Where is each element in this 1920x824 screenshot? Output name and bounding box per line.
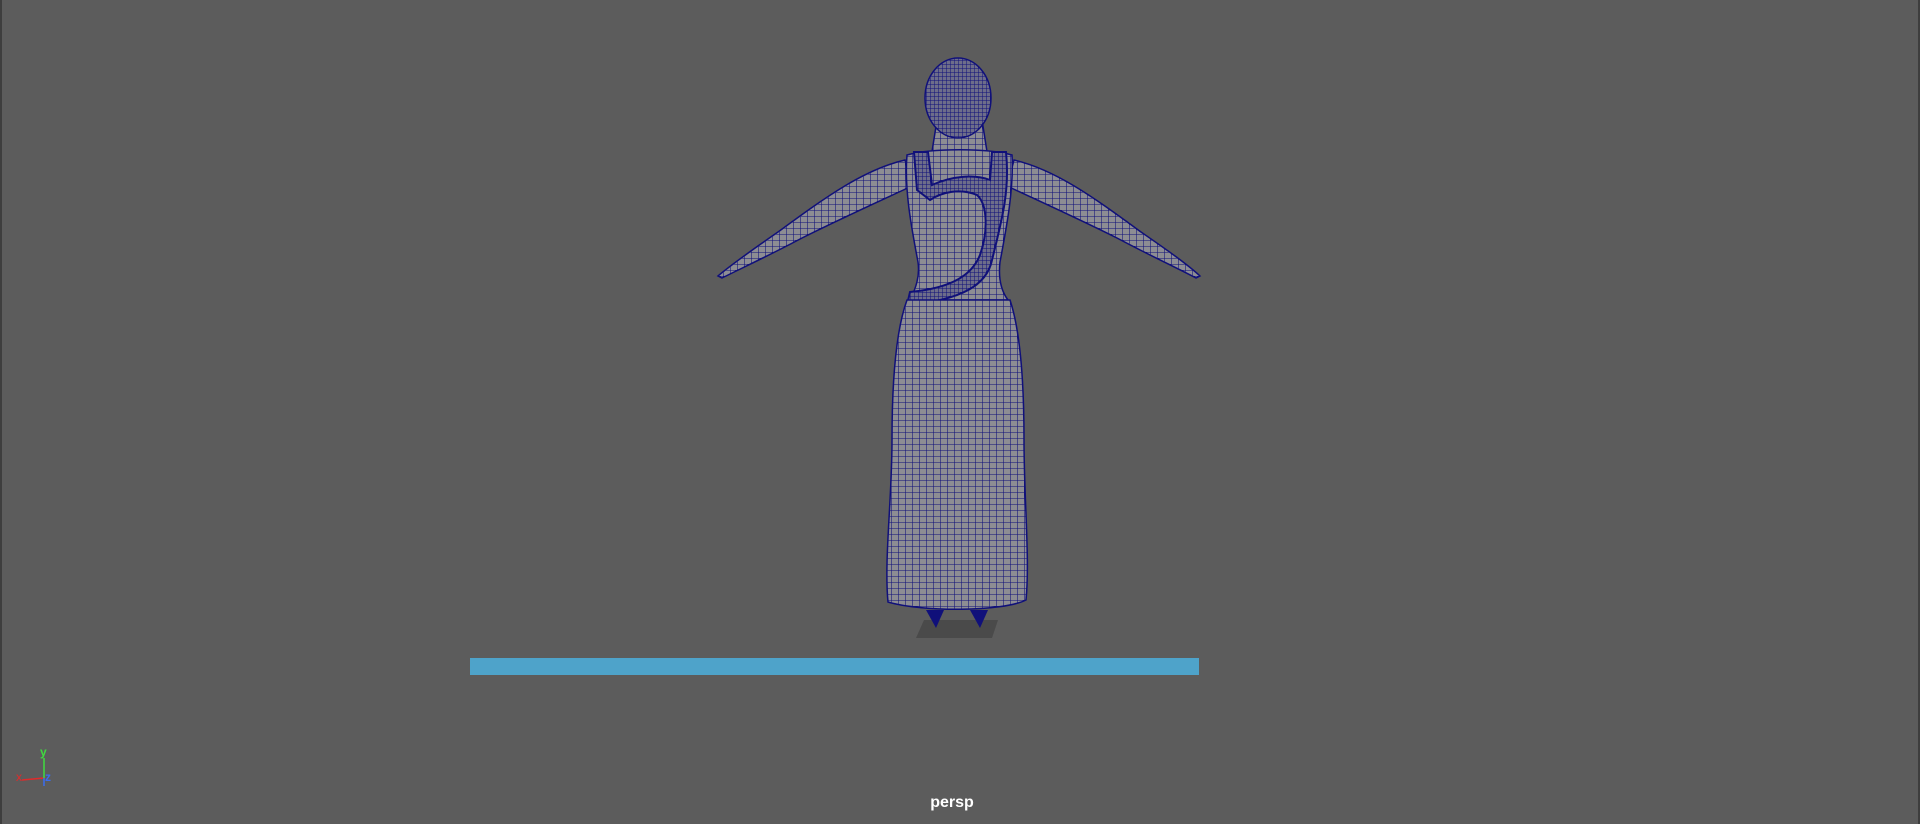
camera-name-label: persp <box>930 794 974 811</box>
x-axis-line <box>21 777 45 781</box>
z-axis-label: z <box>45 770 51 784</box>
x-axis-label: x <box>16 770 22 784</box>
head <box>924 57 992 139</box>
perspective-viewport[interactable]: x y z persp <box>0 0 1920 824</box>
y-axis-label: y <box>40 745 47 759</box>
view-axis-indicator: x y z <box>16 745 51 786</box>
ground-shadow <box>916 620 998 638</box>
progress-bar <box>470 658 1199 675</box>
left-arm <box>716 159 913 279</box>
progress-bar-fill <box>470 658 1199 675</box>
character-wireframe-model[interactable] <box>2 0 1920 824</box>
skirt <box>886 299 1029 610</box>
right-arm <box>1006 159 1202 279</box>
